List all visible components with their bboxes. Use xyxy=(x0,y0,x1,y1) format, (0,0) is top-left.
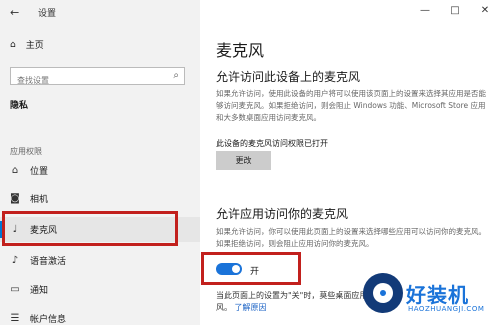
camera-icon: ◙ xyxy=(10,193,20,204)
sidebar-item-label: 通知 xyxy=(30,286,49,296)
sidebar-item-camera[interactable]: ◙ 相机 xyxy=(0,186,200,211)
device-access-state: 此设备的麦克风访问权限已打开 xyxy=(216,139,328,148)
sidebar-item-label: 相机 xyxy=(30,195,49,205)
settings-sidebar: ← 设置 ⌂ 主页 ⌕ 隐私 应用权限 ⌂ 位置 ◙ 相机 ♩ 麦克风 ♪ 语音… xyxy=(0,0,200,325)
notifications-icon: ▭ xyxy=(10,284,20,295)
watermark-text: 好装机 xyxy=(406,283,469,307)
watermark-logo-icon xyxy=(363,273,403,313)
highlight-box-microphone-nav xyxy=(2,211,178,246)
main-content: — □ ✕ 麦克风 允许访问此设备上的麦克风 如果允许访问，使用此设备的用户将可… xyxy=(200,0,500,325)
sidebar-item-location[interactable]: ⌂ 位置 xyxy=(0,158,200,183)
section-privacy: 隐私 xyxy=(10,101,29,111)
search-box[interactable]: ⌕ xyxy=(10,67,185,89)
page-title: 麦克风 xyxy=(216,41,265,60)
search-icon[interactable]: ⌕ xyxy=(173,70,179,81)
window-controls: — □ ✕ xyxy=(410,0,500,22)
title-bar: ← 设置 xyxy=(0,0,200,22)
sidebar-item-notifications[interactable]: ▭ 通知 xyxy=(0,277,200,302)
section-device-access-desc: 如果允许访问，使用此设备的用户将可以使用该页面上的设置来选择其应用是否能够访问麦… xyxy=(216,89,486,122)
home-icon: ⌂ xyxy=(10,39,16,50)
search-input[interactable] xyxy=(11,72,173,89)
maximize-button[interactable]: □ xyxy=(440,0,470,22)
home-link[interactable]: ⌂ 主页 xyxy=(10,38,44,52)
change-button[interactable]: 更改 xyxy=(216,151,271,170)
watermark-subtext: HAOZHUANGJI.COM xyxy=(408,305,485,313)
account-info-icon: ☰ xyxy=(10,313,20,324)
learn-why-link[interactable]: 了解原因 xyxy=(235,303,267,312)
sidebar-item-voice-activation[interactable]: ♪ 语音激活 xyxy=(0,248,200,273)
app-title: 设置 xyxy=(38,9,57,19)
sidebar-item-label: 帐户信息 xyxy=(30,315,67,325)
section-app-access-title: 允许应用访问你的麦克风 xyxy=(216,207,349,221)
section-app-access-desc: 如果允许访问，你可以使用此页面上的设置来选择哪些应用可以访问你的麦克风。如果拒绝… xyxy=(216,227,486,248)
highlight-box-toggle xyxy=(201,252,301,285)
voice-activation-icon: ♪ xyxy=(11,255,19,266)
footer-text: 当此页面上的设置为"关"时，莫些桌面应用 xyxy=(216,291,368,300)
location-icon: ⌂ xyxy=(11,165,19,176)
footer-text-2: 风。 xyxy=(216,303,232,312)
section-app-permissions: 应用权限 xyxy=(10,147,42,156)
back-arrow-icon[interactable]: ← xyxy=(10,6,19,19)
sidebar-item-account-info[interactable]: ☰ 帐户信息 xyxy=(0,306,200,331)
footer-note: 当此页面上的设置为"关"时，莫些桌面应用 风。 了解原因 xyxy=(216,290,376,314)
section-device-access-title: 允许访问此设备上的麦克风 xyxy=(216,70,361,84)
sidebar-item-label: 位置 xyxy=(30,167,49,177)
minimize-button[interactable]: — xyxy=(410,0,440,22)
close-button[interactable]: ✕ xyxy=(470,0,500,22)
sidebar-item-label: 语音激活 xyxy=(30,257,67,267)
home-label: 主页 xyxy=(25,41,44,51)
